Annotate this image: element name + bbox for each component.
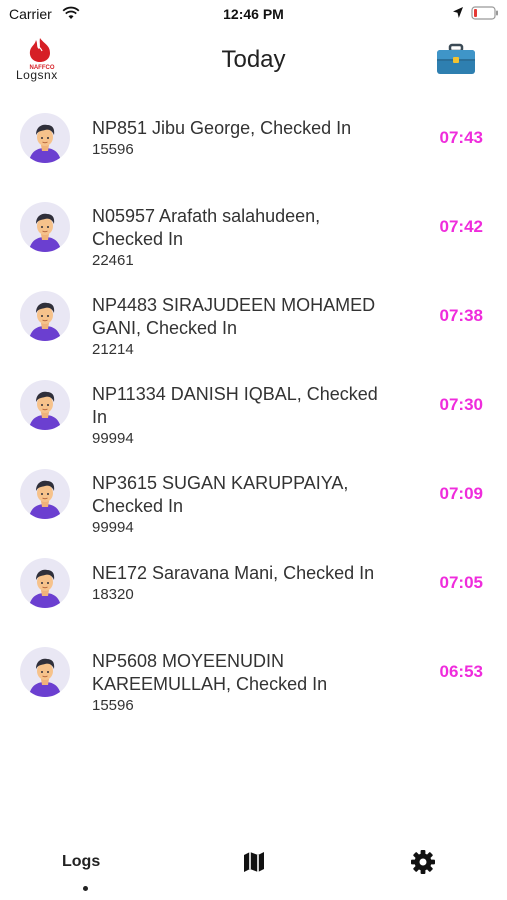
log-row[interactable]: NP851 Jibu George, Checked In 15596 07:43 (0, 95, 507, 184)
employee-code: 15596 (92, 141, 134, 158)
employee-code: 18320 (92, 586, 134, 603)
active-tab-indicator (83, 886, 88, 891)
avatar (20, 647, 70, 697)
check-in-time: 06:53 (439, 662, 483, 681)
avatar (20, 380, 70, 430)
check-in-time: 07:09 (439, 484, 483, 503)
log-entry-line1: N05957 Arafath salahudeen, (92, 206, 321, 226)
employee-code: 15596 (92, 697, 134, 714)
avatar (20, 202, 70, 252)
employee-code: 21214 (92, 341, 134, 358)
employee-code: 99994 (92, 519, 134, 536)
log-entry-line1: NP5608 MOYEENUDIN (92, 651, 285, 671)
app-header: NAFFCO Logsnx Today (0, 30, 507, 94)
log-row[interactable]: NP4483 SIRAJUDEEN MOHAMED GANI, Checked I… (0, 273, 507, 362)
check-in-time: 07:43 (439, 128, 483, 147)
log-entry-line1: NP11334 DANISH IQBAL, Checked (92, 384, 378, 404)
log-entry-line2: In (92, 407, 108, 427)
log-entry-text: NE172 Saravana Mani, Checked In 18320 (92, 562, 422, 605)
tab-logs[interactable]: Logs (62, 853, 100, 871)
log-entry-line1: NP3615 SUGAN KARUPPAIYA, (92, 473, 349, 493)
log-entry-line1: NP4483 SIRAJUDEEN MOHAMED (92, 295, 376, 315)
log-entry-text: NP3615 SUGAN KARUPPAIYA, Checked In 99994 (92, 472, 422, 538)
gear-icon[interactable] (410, 849, 436, 875)
page-title: Today (221, 46, 286, 73)
log-row[interactable]: NE172 Saravana Mani, Checked In 18320 07:0… (0, 540, 507, 629)
log-row[interactable]: NP5608 MOYEENUDIN KAREEMULLAH, Checked In… (0, 629, 507, 718)
log-row[interactable]: N05957 Arafath salahudeen, Checked In 2246… (0, 184, 507, 273)
avatar (20, 113, 70, 163)
log-row[interactable]: NP11334 DANISH IQBAL, Checked In 99994 07:3… (0, 362, 507, 451)
log-entry-line2: Checked In (92, 496, 184, 516)
check-in-time: 07:05 (439, 573, 483, 592)
log-entry-line1: NE172 Saravana Mani, Checked In (92, 563, 375, 583)
status-time: 12:46 PM (223, 6, 284, 22)
log-entry-text: N05957 Arafath salahudeen, Checked In 2246… (92, 205, 422, 271)
log-entry-text: NP11334 DANISH IQBAL, Checked In 99994 (92, 383, 422, 449)
log-entry-line2: Checked In (92, 229, 184, 249)
log-row[interactable]: NP3615 SUGAN KARUPPAIYA, Checked In 99994 0… (0, 451, 507, 540)
avatar (20, 291, 70, 341)
log-entry-text: NP851 Jibu George, Checked In 15596 (92, 117, 422, 160)
check-in-time: 07:42 (439, 217, 483, 236)
briefcase-icon[interactable] (436, 42, 476, 76)
log-entry-text: NP4483 SIRAJUDEEN MOHAMED GANI, Checked I… (92, 294, 422, 360)
log-list: NP851 Jibu George, Checked In 15596 07:43 … (0, 95, 507, 718)
employee-code: 99994 (92, 430, 134, 447)
log-entry-line1: NP851 Jibu George, Checked In (92, 118, 352, 138)
bottom-nav: Logs (0, 840, 507, 900)
check-in-time: 07:30 (439, 395, 483, 414)
check-in-time: 07:38 (439, 306, 483, 325)
battery-icon (471, 6, 498, 20)
employee-code: 22461 (92, 252, 134, 269)
log-entry-line2: KAREEMULLAH, Checked In (92, 674, 328, 694)
avatar (20, 558, 70, 608)
map-icon[interactable] (242, 850, 266, 874)
location-arrow-icon (453, 7, 463, 18)
avatar (20, 469, 70, 519)
log-entry-text: NP5608 MOYEENUDIN KAREEMULLAH, Checked In… (92, 650, 422, 716)
log-entry-line2: GANI, Checked In (92, 318, 238, 338)
status-bar: Carrier 12:46 PM (0, 0, 507, 30)
